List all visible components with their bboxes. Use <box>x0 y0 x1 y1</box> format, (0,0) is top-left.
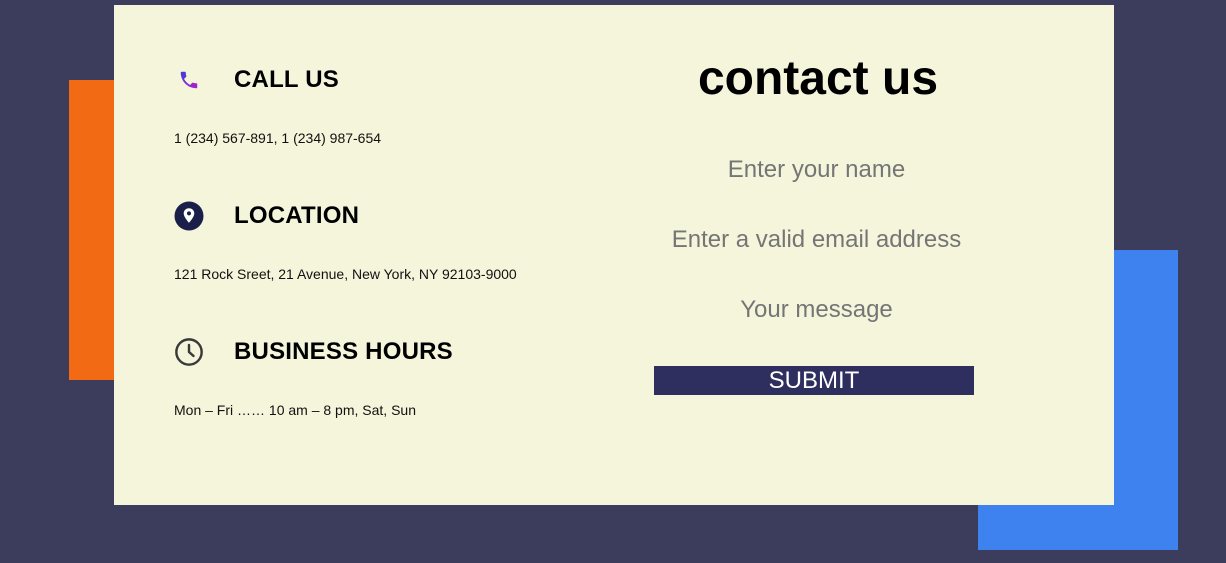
message-input[interactable] <box>654 292 979 328</box>
name-input[interactable] <box>654 152 979 188</box>
location-header: LOCATION <box>174 198 614 234</box>
location-section: LOCATION 121 Rock Sreet, 21 Avenue, New … <box>174 198 614 282</box>
location-title: LOCATION <box>234 202 360 229</box>
contact-page: CALL US 1 (234) 567-891, 1 (234) 987-654… <box>0 0 1226 563</box>
call-us-section: CALL US 1 (234) 567-891, 1 (234) 987-654 <box>174 62 614 146</box>
submit-button[interactable]: SUBMIT <box>654 366 974 395</box>
business-hours-text: Mon – Fri …… 10 am – 8 pm, Sat, Sun <box>174 402 416 418</box>
business-hours-header: BUSINESS HOURS <box>174 334 614 370</box>
call-us-header: CALL US <box>174 62 614 98</box>
address-text: 121 Rock Sreet, 21 Avenue, New York, NY … <box>174 266 517 282</box>
business-hours-title: BUSINESS HOURS <box>234 338 453 365</box>
call-us-title: CALL US <box>234 66 339 93</box>
form-title: contact us <box>697 52 939 105</box>
contact-card: CALL US 1 (234) 567-891, 1 (234) 987-654… <box>114 5 1114 505</box>
phone-icon <box>174 65 204 95</box>
map-pin-icon <box>174 201 204 231</box>
email-input[interactable] <box>654 222 979 258</box>
business-hours-section: BUSINESS HOURS Mon – Fri …… 10 am – 8 pm… <box>174 334 614 418</box>
phone-numbers: 1 (234) 567-891, 1 (234) 987-654 <box>174 130 382 146</box>
contact-form: contact us SUBMIT <box>654 5 1114 505</box>
clock-icon <box>174 337 204 367</box>
